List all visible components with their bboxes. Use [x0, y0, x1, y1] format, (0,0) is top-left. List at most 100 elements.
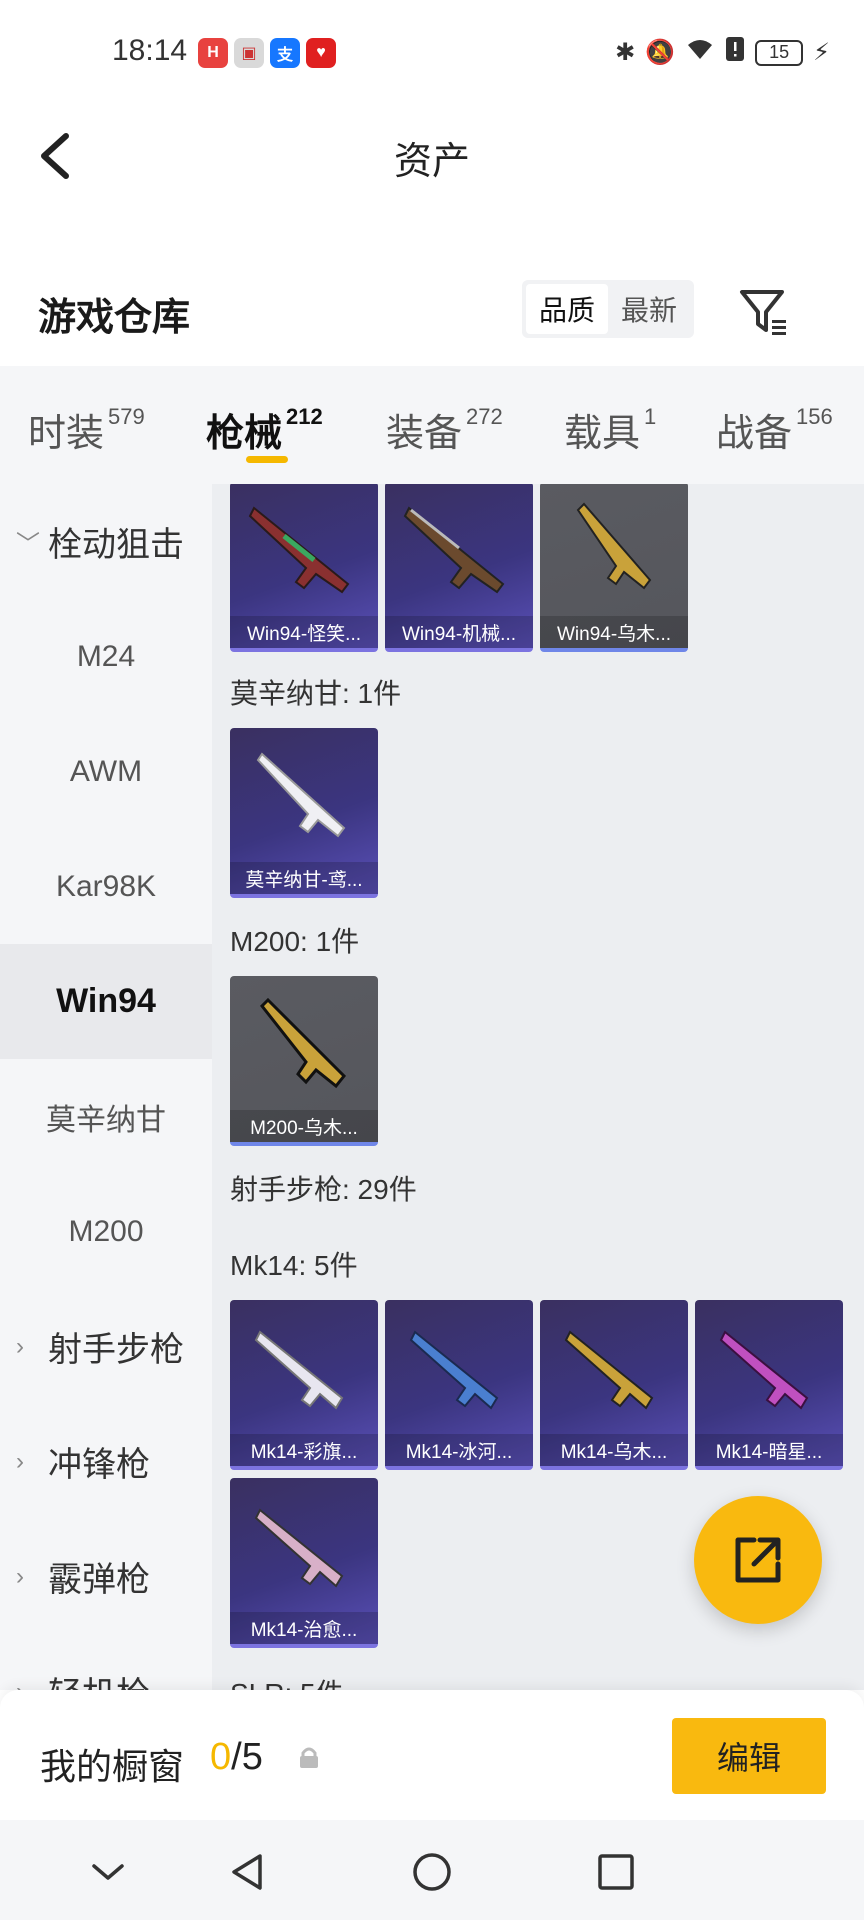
tab-supplies[interactable]: 战备 156 [716, 402, 833, 457]
status-bar: 18:14 H ▣ 支 ♥ ✱ 🔕 15 ⚡ [0, 0, 864, 104]
tab-label: 载具 [564, 413, 641, 455]
tab-count: 579 [108, 404, 145, 429]
weapon-card[interactable]: Win94-机械... [385, 484, 533, 652]
edit-button[interactable]: 编辑 [672, 1718, 826, 1794]
sidebar-item-kar98k[interactable]: Kar98K [0, 829, 212, 944]
weapon-card[interactable]: Mk14-治愈... [230, 1478, 378, 1648]
gift-icon: ♥ [306, 38, 336, 68]
weapon-card[interactable]: Mk14-彩旗... [230, 1300, 378, 1470]
weapon-card-label: Mk14-暗星... [695, 1434, 843, 1466]
weapon-card-label: Mk14-乌木... [540, 1434, 688, 1466]
wifi-icon [685, 37, 715, 68]
weapon-card-label: Win94-怪笑... [230, 616, 378, 648]
sidebar-item-m200[interactable]: M200 [0, 1174, 212, 1289]
sidebar-category-shotgun[interactable]: › 霰弹枪 [0, 1519, 212, 1634]
warehouse-title: 游戏仓库 [38, 297, 191, 339]
status-indicators: ✱ 🔕 15 ⚡ [615, 36, 830, 69]
sort-toggle: 品质 最新 [522, 280, 694, 338]
sidebar-item-awm[interactable]: AWM [0, 714, 212, 829]
system-nav-bar [0, 1820, 864, 1920]
status-app-icons: H ▣ 支 ♥ [198, 38, 336, 68]
tab-count: 1 [644, 404, 657, 429]
rifle-icon [254, 1330, 344, 1410]
lock-icon [300, 1747, 318, 1768]
chevron-right-icon: › [16, 1332, 24, 1360]
active-tab-indicator [246, 456, 288, 463]
collapse-nav-button[interactable] [86, 1850, 130, 1894]
charging-icon: ⚡ [813, 39, 830, 66]
sidebar-item-mosin[interactable]: 莫辛纳甘 [0, 1059, 212, 1174]
weapon-card-label: Mk14-彩旗... [230, 1434, 378, 1466]
rifle-icon [259, 997, 347, 1089]
filter-icon [740, 290, 786, 335]
huawei-icon: H [198, 38, 228, 68]
group-label-mk14: Mk14: 5件 [230, 1250, 358, 1281]
showcase-current: 0 [210, 1736, 232, 1778]
rifle-icon [256, 752, 346, 838]
filter-button[interactable] [736, 284, 792, 340]
weapon-card[interactable]: Mk14-乌木... [540, 1300, 688, 1470]
status-time: 18:14 [112, 34, 188, 67]
weapon-card[interactable]: 莫辛纳甘-鸢... [230, 728, 378, 898]
chevron-right-icon: › [16, 1678, 24, 1691]
sidebar-item-m24[interactable]: M24 [0, 599, 212, 714]
tab-label: 枪械 [206, 413, 283, 455]
tab-vehicles[interactable]: 载具 1 [564, 402, 656, 457]
rifle-icon [409, 1330, 499, 1410]
sidebar-category-dmr[interactable]: › 射手步枪 [0, 1289, 212, 1404]
nav-home-button[interactable] [410, 1850, 454, 1894]
rifle-icon [403, 506, 505, 594]
weapon-card[interactable]: M200-乌木... [230, 976, 378, 1146]
showcase-count: 0/5 [210, 1736, 263, 1779]
bluetooth-icon: ✱ [615, 39, 636, 66]
group-label-mosin: 莫辛纳甘: 1件 [230, 678, 402, 709]
weapon-card[interactable]: Win94-怪笑... [230, 484, 378, 652]
tab-guns[interactable]: 枪械 212 [206, 402, 323, 457]
tab-fashion[interactable]: 时装 579 [28, 402, 145, 457]
sidebar-category-smg[interactable]: › 冲锋枪 [0, 1404, 212, 1519]
group-label-slr: SLR: 5件 [230, 1672, 344, 1690]
showcase-label: 我的橱窗 [40, 1746, 185, 1787]
weapon-card-label: M200-乌木... [230, 1110, 378, 1142]
showcase-bar: 我的橱窗 0/5 编辑 [0, 1690, 864, 1820]
sidebar-item-label: 霰弹枪 [48, 1561, 150, 1599]
alert-icon [725, 36, 745, 69]
nav-back-button[interactable] [226, 1850, 270, 1894]
chevron-right-icon: › [16, 1562, 24, 1590]
share-icon [735, 1537, 781, 1583]
rifle-icon [719, 1330, 809, 1410]
sidebar-item-label: 栓动狙击 [48, 526, 184, 564]
tab-equipment[interactable]: 装备 272 [386, 402, 503, 457]
weapon-card[interactable]: Win94-乌木... [540, 484, 688, 652]
chevron-right-icon: › [16, 1447, 24, 1475]
share-fab-button[interactable] [694, 1496, 822, 1624]
weapon-card[interactable]: Mk14-暗星... [695, 1300, 843, 1470]
tab-count: 272 [466, 404, 503, 429]
tab-count: 212 [286, 404, 323, 429]
sidebar-category-lmg[interactable]: › 轻机枪 [0, 1634, 212, 1690]
weapon-card[interactable]: Mk14-冰河... [385, 1300, 533, 1470]
mute-icon: 🔕 [645, 39, 676, 66]
sidebar-item-label: 轻机枪 [48, 1667, 150, 1690]
weapon-card-label: Win94-乌木... [540, 616, 688, 648]
sidebar-item-label: 冲锋枪 [48, 1446, 150, 1484]
sort-latest-button[interactable]: 最新 [608, 284, 690, 334]
sidebar-category-bolt-sniper[interactable]: ﹀ 栓动狙击 [0, 484, 212, 599]
weapon-card-label: Mk14-治愈... [230, 1612, 378, 1644]
tab-count: 156 [796, 404, 833, 429]
rifle-icon [576, 502, 652, 590]
sort-quality-button[interactable]: 品质 [526, 284, 608, 334]
nav-recents-button[interactable] [594, 1850, 638, 1894]
chevron-down-icon: ﹀ [16, 531, 40, 558]
group-label-m200: M200: 1件 [230, 926, 360, 957]
box-icon: ▣ [234, 38, 264, 68]
sidebar-item-win94[interactable]: Win94 [0, 944, 212, 1059]
rifle-icon [564, 1330, 654, 1410]
weapon-sidebar: ﹀ 栓动狙击 M24 AWM Kar98K Win94 莫辛纳甘 M200 › … [0, 484, 212, 1690]
tab-label: 时装 [28, 413, 105, 455]
tab-label: 战备 [716, 413, 793, 455]
rifle-icon [254, 1508, 344, 1588]
showcase-total: /5 [231, 1736, 263, 1778]
rifle-icon [248, 506, 350, 594]
sidebar-item-label: 射手步枪 [48, 1331, 184, 1369]
